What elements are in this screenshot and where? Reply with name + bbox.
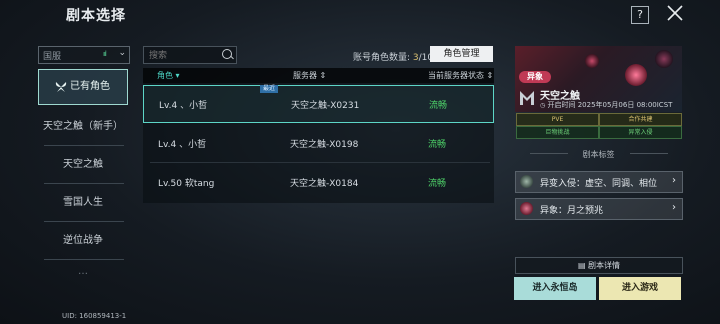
server-region-select[interactable]: 国服 ııl ⌄	[38, 46, 130, 64]
calendar-icon: ◷	[540, 102, 546, 109]
tag-button-anomaly-invasion[interactable]: 异变入侵：虚空、同调、相位 ›	[515, 171, 683, 193]
sidebar-item-more[interactable]: …	[38, 262, 128, 282]
sidebar-item-label: …	[78, 266, 88, 277]
tag-pve: PVE	[516, 113, 599, 126]
search-input[interactable]	[147, 47, 221, 64]
uid-label: UID: 160859413-1	[62, 312, 127, 320]
column-header-status[interactable]: 当前服务器状态 ⇕	[428, 70, 493, 81]
scenario-logo-icon	[520, 91, 534, 105]
divider	[44, 221, 124, 222]
server-cell: 天空之触-X0231	[291, 101, 360, 111]
role-cell: Lv.50 软tang	[158, 179, 215, 189]
search-icon[interactable]	[222, 49, 232, 59]
divider	[44, 259, 124, 260]
signal-icon: ııl	[103, 50, 107, 58]
divider	[630, 153, 668, 154]
divider	[44, 183, 124, 184]
role-management-button[interactable]: 角色管理	[430, 46, 493, 62]
sidebar-item-existing-roles[interactable]: 已有角色	[38, 69, 128, 105]
close-icon	[667, 5, 683, 21]
page-title: 剧本选择	[66, 8, 126, 24]
open-time: ◷ 开启时间 2025年05月06日 08:00ICST	[540, 100, 672, 110]
table-row[interactable]: Lv.4 、小哲 天空之触-X0198 流畅	[143, 125, 494, 161]
sidebar-item-reverse-war[interactable]: 逆位战争	[38, 223, 128, 259]
enter-game-button[interactable]: 进入游戏	[599, 277, 681, 300]
chevron-down-icon: ⌄	[118, 48, 126, 58]
recent-badge: 最近	[260, 85, 279, 93]
tag-coop-build: 合作共建	[599, 113, 682, 126]
table-header: 角色 ▾ 服务器 ⇕ 当前服务器状态 ⇕	[143, 68, 494, 83]
sidebar-item-label: 天空之触（新手）	[43, 121, 123, 132]
butterfly-icon	[55, 82, 67, 92]
server-cell: 天空之触-X0198	[290, 140, 359, 150]
divider	[150, 162, 490, 163]
column-header-server[interactable]: 服务器 ⇕	[293, 70, 326, 81]
status-cell: 流畅	[428, 140, 447, 150]
sidebar-item-label: 已有角色	[70, 81, 110, 92]
sidebar-item-label: 雪国人生	[63, 197, 103, 208]
tag-button-label: 异变入侵：虚空、同调、相位	[540, 179, 658, 189]
document-icon: ▤	[577, 261, 586, 270]
moon-omen-icon	[520, 202, 533, 215]
table-row[interactable]: Lv.50 软tang 天空之触-X0184 流畅	[143, 164, 494, 200]
server-cell: 天空之触-X0184	[290, 179, 359, 189]
sidebar-item-sky-touch[interactable]: 天空之触	[38, 147, 128, 183]
tag-anomaly-invasion: 异常入侵	[599, 126, 682, 139]
server-region-value: 国服	[43, 52, 62, 62]
role-cell: Lv.4 、小哲	[158, 140, 207, 150]
tag-giant-challenge: 巨物挑战	[516, 126, 599, 139]
sidebar-item-label: 天空之触	[63, 159, 103, 170]
sidebar-item-snow-country[interactable]: 雪国人生	[38, 185, 128, 221]
sidebar-item-label: 逆位战争	[63, 235, 103, 246]
enter-eternal-island-button[interactable]: 进入永恒岛	[514, 277, 596, 300]
role-cell: Lv.4 、小哲	[159, 101, 208, 111]
close-button[interactable]	[665, 3, 685, 23]
divider	[44, 145, 124, 146]
scenario-tags-title: 剧本标签	[582, 150, 615, 159]
scenario-details-button[interactable]: ▤ 剧本详情	[515, 257, 683, 274]
invasion-icon	[520, 175, 533, 188]
role-count: 账号角色数量: 3/10	[353, 50, 433, 63]
search-field[interactable]	[143, 46, 237, 64]
status-cell: 流畅	[428, 179, 447, 189]
anomaly-badge: 异象	[519, 71, 551, 83]
sidebar-item-sky-touch-beginner[interactable]: 天空之触（新手）	[38, 109, 128, 145]
tag-button-label: 异象：月之预兆	[540, 206, 604, 216]
column-header-role[interactable]: 角色 ▾	[157, 70, 180, 81]
status-cell: 流畅	[429, 101, 448, 111]
open-time-text: 开启时间 2025年05月06日 08:00ICST	[547, 101, 673, 109]
role-count-label: 账号角色数量:	[353, 53, 413, 63]
arrow-right-icon: ›	[672, 202, 676, 213]
help-button[interactable]: ?	[631, 6, 649, 24]
arrow-right-icon: ›	[672, 175, 676, 186]
table-row[interactable]: 最近 Lv.4 、小哲 天空之触-X0231 流畅	[143, 85, 494, 123]
scenario-details-label: 剧本详情	[588, 261, 621, 270]
tag-button-moon-omen[interactable]: 异象：月之预兆 ›	[515, 198, 683, 220]
